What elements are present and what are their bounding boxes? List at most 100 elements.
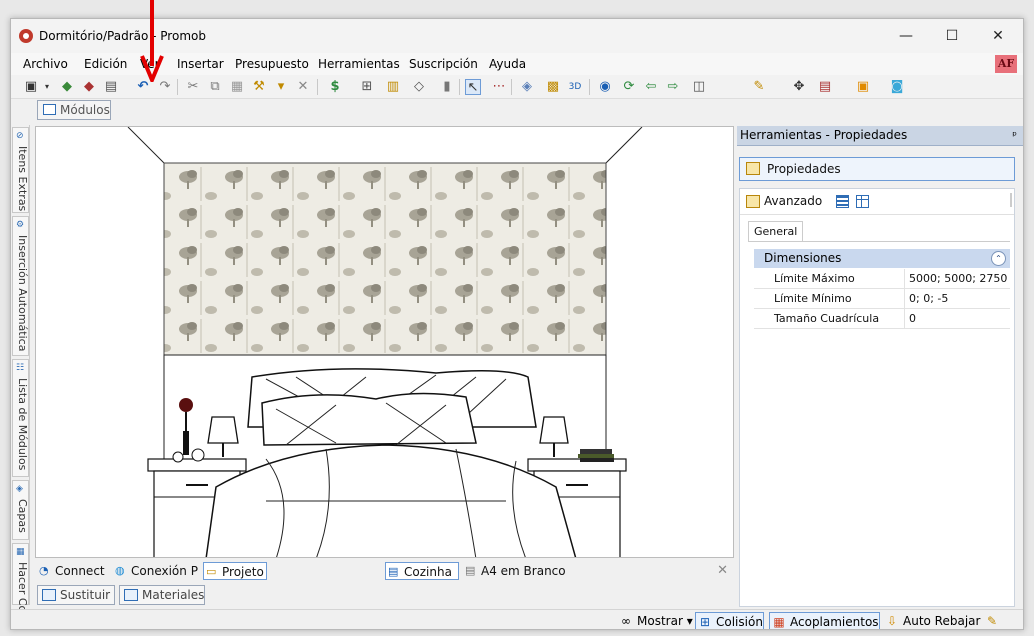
color-icon[interactable]: ▤ [817, 79, 833, 95]
tools-button[interactable]: ✎ [983, 612, 997, 629]
property-row[interactable]: Tamaño Cuadrícula 0 [754, 309, 1010, 329]
sidebar-tab-itens-extras[interactable]: ⊘ Itens Extras [12, 127, 29, 213]
pointer-icon[interactable]: ↖ [465, 79, 481, 95]
rotate-icon[interactable]: ⟳ [621, 79, 637, 95]
menu-herramientas[interactable]: Herramientas [318, 57, 400, 71]
tab-cozinha-label: Cozinha [404, 565, 452, 579]
cut-icon[interactable]: ✂ [185, 79, 201, 95]
avanzado-button[interactable]: Avanzado [746, 194, 822, 208]
colision-toggle[interactable]: ⊞ Colisión [695, 612, 764, 629]
menu-archivo[interactable]: Archivo [23, 57, 68, 71]
paperclip-icon: ⊘ [16, 131, 24, 141]
menu-edicion[interactable]: Edición [84, 57, 127, 71]
arrow-right-icon[interactable]: ⇨ [665, 79, 681, 95]
property-row[interactable]: Límite Mínimo 0; 0; -5 [754, 289, 1010, 309]
document-icon: ▤ [465, 564, 476, 577]
categorized-view-icon[interactable] [836, 195, 849, 208]
properties-panel: Herramientas - Propiedades ᵖ Propiedades… [737, 126, 1023, 607]
structure-icon[interactable]: ▥ [385, 79, 401, 95]
hammer-icon[interactable]: ⚒ [251, 79, 267, 95]
sidebar-tab-hacer[interactable]: ▦ Hacer Co [12, 543, 29, 612]
view-icon[interactable]: ⊞ [359, 79, 375, 95]
arrow-left-icon[interactable]: ⇦ [643, 79, 659, 95]
3d-label-icon[interactable]: 3D [567, 79, 583, 95]
print-icon[interactable]: ▤ [103, 79, 119, 95]
menu-ayuda[interactable]: Ayuda [489, 57, 526, 71]
scrollbar[interactable] [1010, 193, 1012, 207]
light-icon[interactable]: ✎ [751, 79, 767, 95]
property-grid: Avanzado General Dimensiones ⌃ Límite Má… [739, 188, 1015, 607]
3d-viewport[interactable] [35, 126, 734, 558]
paste-icon[interactable]: ▦ [229, 79, 245, 95]
chat-icon[interactable]: ◙ [889, 79, 905, 95]
property-value[interactable]: 0 [904, 309, 1010, 329]
measure-icon[interactable]: ⋯ [491, 79, 507, 95]
align-icon[interactable]: ▮ [439, 79, 455, 95]
promob-logo-icon [19, 29, 33, 43]
sidebar-tab-label: Itens Extras [16, 146, 29, 212]
price-icon[interactable]: $ [327, 79, 343, 95]
tab-a4-em-branco[interactable]: ▤ A4 em Branco [463, 562, 566, 580]
dimensiones-category[interactable]: Dimensiones ⌃ [754, 249, 1010, 268]
collapse-icon[interactable]: ⌃ [991, 251, 1006, 266]
user-icon[interactable]: ▣ [855, 79, 871, 95]
property-value[interactable]: 0; 0; -5 [904, 289, 1010, 309]
shape-icon[interactable]: ◇ [411, 79, 427, 95]
tab-general[interactable]: General [748, 221, 804, 241]
user-badge[interactable]: AF [995, 55, 1017, 73]
auto-rebajar-toggle[interactable]: ⇩ Auto Rebajar [883, 612, 980, 629]
category-label: Dimensiones [764, 251, 842, 265]
save-icon[interactable]: ▣ [23, 79, 39, 95]
tab-projeto-label: Projeto [222, 565, 264, 579]
tab-materiales-label: Materiales [142, 588, 205, 602]
library-icon[interactable]: ◆ [59, 79, 75, 95]
frame-icon[interactable]: ◫ [691, 79, 707, 95]
tab-projeto[interactable]: ▭ Projeto [203, 562, 267, 580]
delete-icon[interactable]: ✕ [295, 79, 311, 95]
menu-insertar[interactable]: Insertar [177, 57, 224, 71]
menu-presupuesto[interactable]: Presupuesto [235, 57, 309, 71]
toolbar-separator [177, 79, 178, 95]
close-button[interactable]: ✕ [975, 19, 1021, 53]
3d-view-icon[interactable]: ▩ [545, 79, 561, 95]
property-name: Límite Mínimo [774, 292, 852, 305]
toolbar-separator [459, 79, 460, 95]
annotation-arrow-icon [140, 0, 164, 82]
property-value[interactable]: 5000; 5000; 2750 [904, 269, 1010, 289]
tab-conexion[interactable]: ◍ Conexión P [113, 562, 198, 580]
sidebar-tab-insercion[interactable]: ⚙ Inserción Automática [12, 216, 29, 356]
dropdown-icon[interactable]: ▾ [39, 79, 55, 95]
tab-sustituir[interactable]: Sustituir [37, 585, 115, 605]
property-row[interactable]: Límite Máximo 5000; 5000; 2750 [754, 269, 1010, 289]
app-window: Dormitório/Padrão - Promob — ☐ ✕ Archivo… [10, 18, 1024, 630]
toolbar-separator [589, 79, 590, 95]
close-tab-icon[interactable]: ✕ [717, 563, 728, 578]
tab-modulos[interactable]: Módulos [37, 100, 111, 120]
paint-icon[interactable]: ▾ [273, 79, 289, 95]
tab-materiales[interactable]: Materiales [119, 585, 205, 605]
pin-icon[interactable]: ᵖ [1012, 126, 1017, 145]
layers-icon: ◈ [16, 484, 23, 494]
status-bar: ∞ Mostrar ▾ ⊞ Colisión ▦ Acoplamientos ⇩… [11, 609, 1023, 629]
catalog-icon[interactable]: ◆ [81, 79, 97, 95]
render-icon: ▦ [16, 547, 25, 557]
layers-icon[interactable]: ◈ [519, 79, 535, 95]
move-icon[interactable]: ✥ [791, 79, 807, 95]
maximize-button[interactable]: ☐ [929, 19, 975, 53]
acoplamientos-toggle[interactable]: ▦ Acoplamientos [769, 612, 880, 629]
sidebar-tab-label: Hacer Co [16, 562, 29, 613]
tab-cozinha[interactable]: ▤ Cozinha [385, 562, 459, 580]
mostrar-button[interactable]: ∞ Mostrar ▾ [617, 612, 693, 629]
globe-icon: ◍ [115, 564, 125, 577]
alphabetical-view-icon[interactable] [856, 195, 869, 208]
sidebar-tab-lista-modulos[interactable]: ☷ Lista de Módulos [12, 359, 29, 477]
copy-icon[interactable]: ⧉ [207, 79, 223, 95]
eye-icon[interactable]: ◉ [597, 79, 613, 95]
glasses-icon: ∞ [621, 614, 631, 628]
minimize-button[interactable]: — [883, 19, 929, 53]
sidebar-tab-capas[interactable]: ◈ Capas [12, 480, 29, 540]
propiedades-tab[interactable]: Propiedades [739, 157, 1015, 181]
menu-suscripcion[interactable]: Suscripción [409, 57, 478, 71]
tab-connect[interactable]: ◔ Connect [37, 562, 105, 580]
tab-modulos-label: Módulos [60, 103, 110, 117]
